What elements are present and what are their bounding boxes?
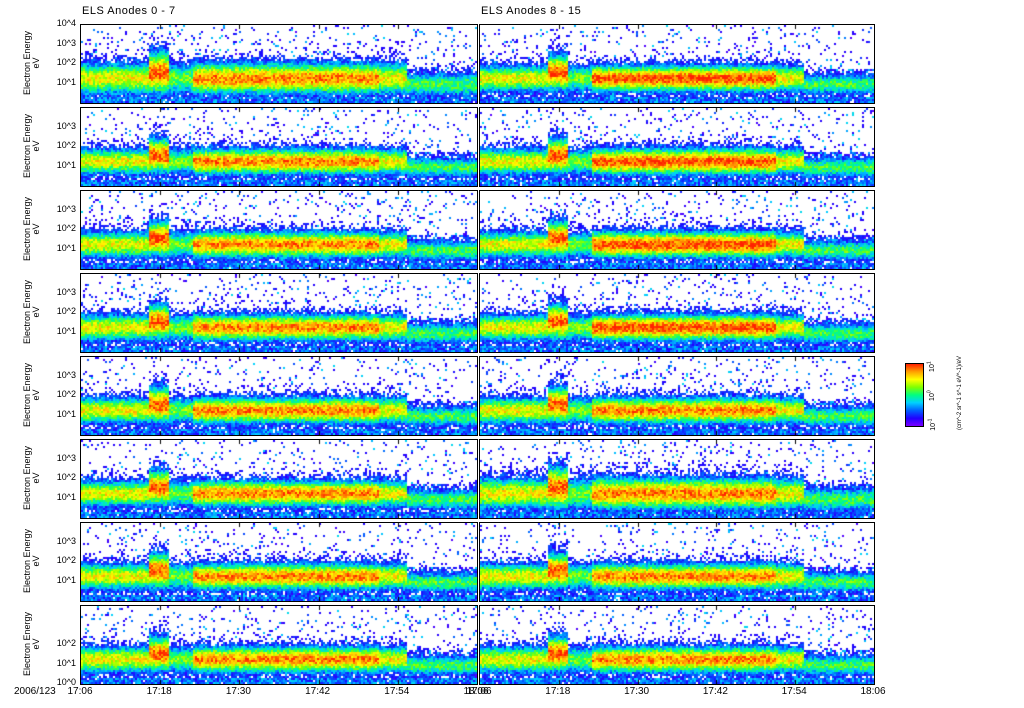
colorbar-tick-label: 101 (926, 361, 936, 372)
spectrogram-panel (479, 190, 875, 270)
x-tick-label: 17:06 (67, 686, 93, 697)
right-title: ELS Anodes 8 - 15 (481, 5, 582, 17)
spectrogram-heatmap (81, 440, 477, 518)
spectrogram-panel (479, 439, 875, 519)
spectrogram-panel (80, 522, 478, 602)
spectrogram-heatmap (480, 274, 874, 352)
y-tick-label: 10^2 (56, 306, 76, 316)
date-label: 2006/123 (14, 686, 56, 697)
y-tick-label: 10^3 (56, 452, 76, 463)
colorbar-tick-label: 10-1 (927, 418, 937, 431)
y-tick-label: 10^1 (56, 574, 76, 585)
y-tick-label: 10^1 (56, 408, 76, 419)
spectrogram-heatmap (480, 108, 874, 186)
y-tick-label: 10^1 (56, 657, 76, 668)
y-axis-label: Electron Energy eV (22, 445, 41, 511)
spectrogram-panel (80, 107, 478, 187)
colorbar (905, 363, 924, 427)
x-tick-label: 17:18 (146, 686, 172, 697)
x-tick-label: 17:42 (702, 686, 728, 697)
spectrogram-panel (80, 356, 478, 436)
y-tick-label: 10^3 (56, 120, 76, 131)
x-tick-label: 17:30 (624, 686, 650, 697)
y-tick-label: 10^1 (56, 242, 76, 253)
spectrogram-heatmap (480, 191, 874, 269)
spectrogram-panel (80, 439, 478, 519)
y-tick-label: 10^2 (56, 223, 76, 233)
x-tick-label: 17:54 (781, 686, 807, 697)
spectrogram-panel (80, 190, 478, 270)
spectrogram-heatmap (480, 440, 874, 518)
spectrogram-panel (80, 24, 478, 104)
x-tick-label: 17:42 (305, 686, 331, 697)
y-tick-label: 10^3 (56, 203, 76, 214)
spectrogram-heatmap (81, 25, 477, 103)
y-tick-label: 10^2 (56, 57, 76, 67)
y-tick-label: 10^2 (56, 638, 76, 648)
y-tick-label: 10^3 (56, 286, 76, 297)
x-tick-label: 18:06 (860, 686, 886, 697)
y-axis-label: Electron Energy eV (22, 113, 41, 179)
y-axis-label: Electron Energy eV (22, 279, 41, 345)
spectrogram-heatmap (81, 108, 477, 186)
spectrogram-heatmap (81, 357, 477, 435)
spectrogram-heatmap (480, 606, 874, 684)
y-tick-label: 10^1 (56, 76, 76, 87)
y-tick-label: 10^2 (56, 555, 76, 565)
x-tick-label: 17:18 (545, 686, 571, 697)
y-axis-label: Electron Energy eV (22, 528, 41, 594)
spectrogram-heatmap (81, 191, 477, 269)
spectrogram-heatmap (81, 274, 477, 352)
y-tick-label: 10^2 (56, 140, 76, 150)
spectrogram-panel (80, 605, 478, 685)
y-tick-label: 10^3 (56, 535, 76, 546)
spectrogram-panel (479, 605, 875, 685)
y-axis-label: Electron Energy eV (22, 362, 41, 428)
spectrogram-heatmap (480, 25, 874, 103)
left-title: ELS Anodes 0 - 7 (82, 5, 176, 17)
spectrogram-panel (479, 273, 875, 353)
colorbar-tick-label: 100 (926, 390, 936, 401)
y-tick-label: 10^2 (56, 472, 76, 482)
y-tick-label: 10^1 (56, 159, 76, 170)
spectrogram-panel (479, 522, 875, 602)
spectrogram-panel (80, 273, 478, 353)
y-axis-label: Electron Energy eV (22, 196, 41, 262)
colorbar-label: (cm^-2 sr^-1 s^-1 eV^-1)/eV (957, 356, 963, 430)
y-tick-label: 10^2 (56, 389, 76, 399)
y-tick-label: 10^3 (56, 37, 76, 48)
y-axis-label: Electron Energy eV (22, 30, 41, 96)
x-tick-label: 17:30 (225, 686, 251, 697)
x-tick-label: 17:06 (466, 686, 492, 697)
y-tick-label: 10^1 (56, 325, 76, 336)
x-tick-label: 17:54 (384, 686, 410, 697)
spectrogram-panel (479, 356, 875, 436)
spectrogram-heatmap (480, 357, 874, 435)
spectrogram-heatmap (81, 523, 477, 601)
y-tick-label: 10^3 (56, 369, 76, 380)
y-tick-label: 10^1 (56, 491, 76, 502)
y-axis-label: Electron Energy eV (22, 611, 41, 677)
spectrogram-heatmap (81, 606, 477, 684)
spectrogram-panel (479, 24, 875, 104)
spectrogram-heatmap (480, 523, 874, 601)
y-tick-label: 10^4 (56, 18, 76, 28)
spectrogram-panel (479, 107, 875, 187)
